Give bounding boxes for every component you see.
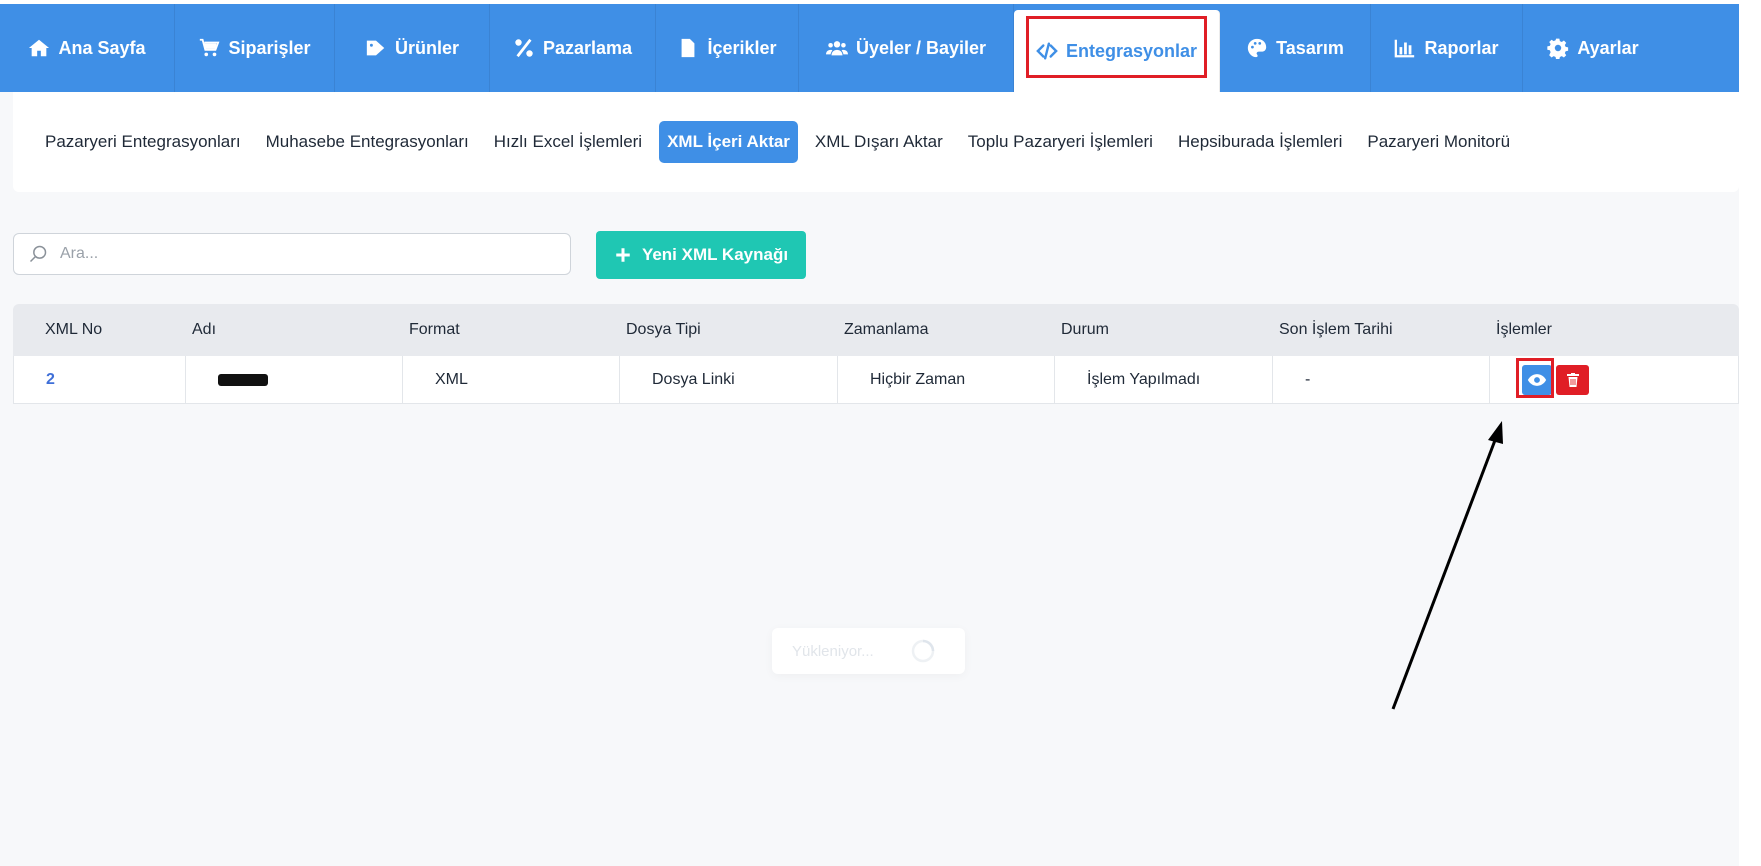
column-header: Dosya Tipi [626, 321, 701, 338]
sub-nav: Pazaryeri Entegrasyonları Muhasebe Enteg… [13, 92, 1739, 192]
table-header: XML No Adı Format Dosya Tipi Zamanlama D… [13, 304, 1739, 356]
content-background [0, 92, 1739, 866]
home-icon [29, 39, 50, 57]
nav-item-tasarim[interactable]: Tasarım [1220, 4, 1371, 92]
column-header: Adı [192, 321, 217, 338]
chart-icon [1395, 39, 1415, 58]
nav-item-icerikler[interactable]: İçerikler [656, 4, 799, 92]
nav-item-ana-sayfa[interactable]: Ana Sayfa [0, 4, 175, 92]
name-cell [186, 356, 403, 403]
view-button[interactable] [1516, 357, 1554, 398]
nav-label: Entegrasyonlar [1065, 40, 1198, 61]
nav-label: Ana Sayfa [58, 37, 146, 58]
tags-icon [366, 40, 385, 56]
subnav-pazaryeri-monitoru[interactable]: Pazaryeri Monitorü [1359, 121, 1518, 163]
nav-item-siparisler[interactable]: Siparişler [175, 4, 335, 92]
xml-no-cell[interactable]: 2 [14, 356, 186, 403]
nav-label: Pazarlama [542, 37, 633, 58]
trash-icon [1566, 372, 1579, 387]
redacted-name [218, 373, 268, 386]
nav-label: Üyeler / Bayiler [855, 37, 987, 58]
users-icon [825, 41, 848, 56]
status-cell: İşlem Yapılmadı [1055, 356, 1273, 403]
percent-icon [515, 38, 533, 58]
file-icon [682, 38, 695, 58]
column-header: Durum [1061, 321, 1110, 338]
loading-label: Yükleniyor... [792, 642, 874, 660]
format-cell: XML [403, 356, 620, 403]
delete-button[interactable] [1556, 364, 1589, 395]
nav-label: Tasarım [1276, 37, 1344, 58]
add-button-label: Yeni XML Kaynağı [641, 245, 789, 264]
nav-label: Ürünler [394, 37, 459, 58]
search-input[interactable] [58, 244, 542, 264]
search-box [13, 233, 571, 275]
actions-cell [1490, 356, 1738, 403]
subnav-xml-disari-aktar[interactable]: XML Dışarı Aktar [807, 121, 951, 163]
xml-sources-table: XML No Adı Format Dosya Tipi Zamanlama D… [13, 304, 1739, 404]
column-header: Zamanlama [844, 321, 929, 338]
nav-label: Ayarlar [1577, 37, 1639, 58]
last-date-cell: - [1273, 356, 1490, 403]
column-header: Son İşlem Tarihi [1279, 321, 1393, 338]
cart-icon [200, 38, 220, 57]
gear-icon [1547, 38, 1569, 59]
nav-label: Raporlar [1424, 37, 1499, 58]
plus-icon [616, 248, 630, 262]
column-header: İşlemler [1496, 321, 1553, 338]
nav-item-ayarlar[interactable]: Ayarlar [1523, 4, 1663, 92]
nav-item-pazarlama[interactable]: Pazarlama [490, 4, 656, 92]
subnav-xml-iceri-aktar[interactable]: XML İçeri Aktar [659, 121, 798, 163]
palette-icon [1247, 38, 1267, 58]
column-header: XML No [45, 321, 103, 338]
nav-item-uyeler-bayiler[interactable]: Üyeler / Bayiler [799, 4, 1014, 92]
subnav-toplu-pazaryeri-islemleri[interactable]: Toplu Pazaryeri İşlemleri [960, 121, 1161, 163]
subnav-pazaryeri-entegrasyonlari[interactable]: Pazaryeri Entegrasyonları [37, 121, 249, 163]
subnav-hizli-excel-islemleri[interactable]: Hızlı Excel İşlemleri [486, 121, 650, 163]
add-xml-source-button[interactable]: Yeni XML Kaynağı [596, 231, 806, 279]
row-actions [1516, 357, 1589, 398]
file-type-cell: Dosya Linki [620, 356, 838, 403]
nav-label: Siparişler [228, 37, 311, 58]
spinner-icon [911, 639, 934, 663]
top-nav: Ana Sayfa Siparişler Ürünler Pazarlama İ… [0, 4, 1739, 92]
column-header: Format [409, 321, 460, 338]
nav-item-raporlar[interactable]: Raporlar [1371, 4, 1523, 92]
subnav-hepsiburada-islemleri[interactable]: Hepsiburada İşlemleri [1170, 121, 1350, 163]
schedule-cell: Hiçbir Zaman [838, 356, 1055, 403]
loading-indicator: Yükleniyor... [772, 628, 965, 674]
subnav-muhasebe-entegrasyonlari[interactable]: Muhasebe Entegrasyonları [258, 121, 477, 163]
table-row: 2 XML Dosya Linki Hiçbir Zaman İşlem Yap… [13, 356, 1739, 404]
nav-item-urunler[interactable]: Ürünler [335, 4, 490, 92]
nav-label: İçerikler [707, 37, 777, 58]
nav-item-entegrasyonlar[interactable]: Entegrasyonlar [1014, 10, 1220, 92]
search-icon [29, 245, 47, 263]
code-icon [1036, 42, 1058, 60]
eye-icon [1527, 373, 1547, 386]
